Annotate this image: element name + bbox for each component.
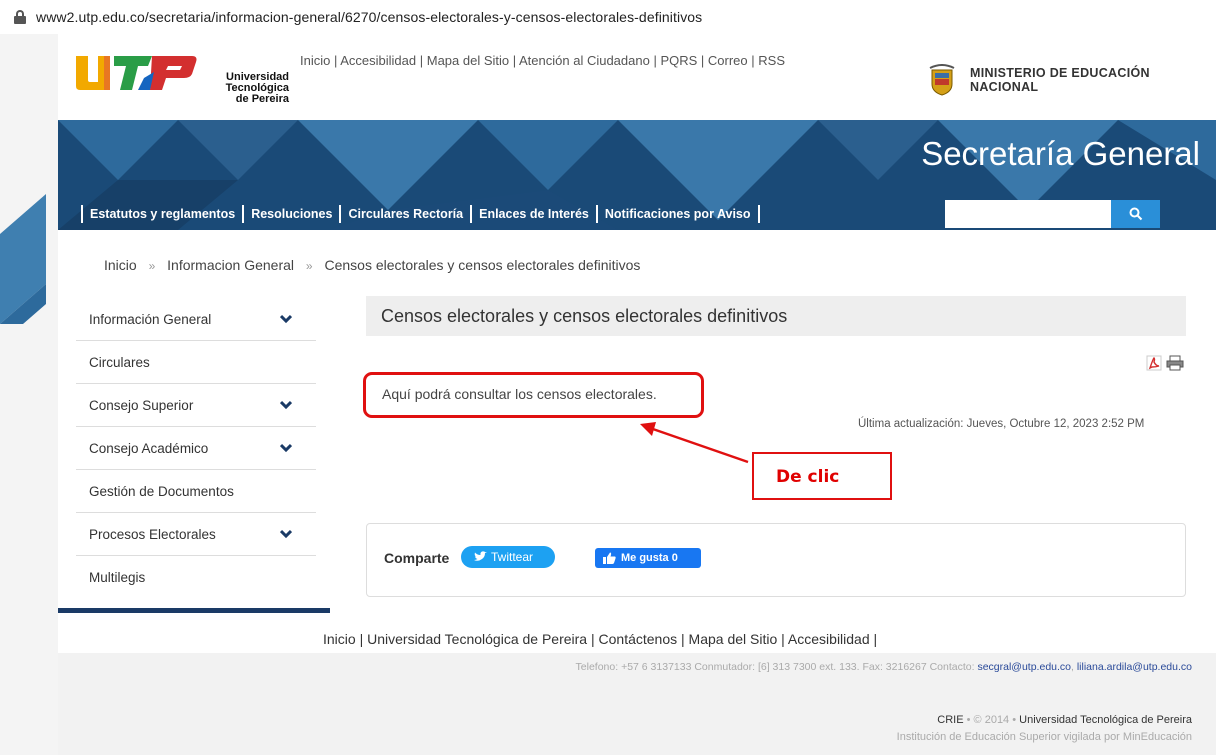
tweet-label: Twittear	[491, 550, 534, 564]
search-icon	[1129, 207, 1142, 221]
banner-title: Secretaría General	[921, 135, 1200, 172]
sidebar-item-multilegis[interactable]: Multilegis	[76, 556, 316, 599]
breadcrumb: Inicio » Informacion General » Censos el…	[104, 257, 640, 273]
nav-item-notificaciones[interactable]: Notificaciones por Aviso	[605, 207, 751, 221]
top-link-accesibilidad[interactable]: Accesibilidad	[340, 53, 416, 68]
contact-email-1[interactable]: secgral@utp.edu.co	[977, 661, 1071, 673]
sidebar-item-label: Multilegis	[89, 570, 146, 585]
top-link-pqrs[interactable]: PQRS	[660, 53, 697, 68]
like-button[interactable]: Me gusta 0	[595, 548, 701, 568]
chevron-down-icon[interactable]	[280, 443, 292, 453]
print-icon[interactable]	[1166, 355, 1184, 371]
crie-label: CRIE	[937, 714, 964, 726]
top-links: Inicio | Accesibilidad | Mapa del Sitio …	[300, 53, 785, 68]
copyright-owner: Universidad Tecnológica de Pereira	[1019, 714, 1192, 726]
top-link-inicio[interactable]: Inicio	[300, 53, 330, 68]
contact-email-2[interactable]: liliana.ardila@utp.edu.co	[1077, 661, 1192, 673]
copyright-year: © 2014	[973, 714, 1010, 726]
page-title: Censos electorales y censos electorales …	[366, 296, 1186, 336]
footer-link-utp[interactable]: Universidad Tecnológica de Pereira	[367, 631, 587, 647]
search-input[interactable]	[945, 200, 1111, 228]
sidebar-item-circulares[interactable]: Circulares	[76, 341, 316, 384]
sidebar-item-label: Circulares	[89, 354, 150, 370]
sidebar-item-consejo-academico[interactable]: Consejo Académico	[76, 427, 316, 470]
nav-item-circulares[interactable]: Circulares Rectoría	[348, 207, 463, 221]
intro-link[interactable]: Aquí podrá consultar los censos electora…	[382, 386, 657, 402]
footer-link-accesibilidad[interactable]: Accesibilidad	[788, 631, 870, 647]
tweet-button[interactable]: Twittear	[461, 546, 555, 568]
sidebar-item-label: Información General	[89, 311, 212, 327]
top-link-atencion[interactable]: Atención al Ciudadano	[519, 53, 650, 68]
top-link-mapa[interactable]: Mapa del Sitio	[427, 53, 509, 68]
decorative-shape	[0, 194, 46, 324]
ministry-name: MINISTERIO DE EDUCACIÓN NACIONAL	[970, 66, 1150, 94]
sidebar-item-gestion-documentos[interactable]: Gestión de Documentos	[76, 470, 316, 513]
sidebar-item-consejo-superior[interactable]: Consejo Superior	[76, 384, 316, 427]
page-left-margin	[0, 34, 58, 755]
contact-info: Telefono: +57 6 3137133 Conmutador: [6] …	[575, 661, 1192, 673]
sidebar-item-label: Gestión de Documentos	[89, 483, 234, 499]
pdf-icon[interactable]	[1146, 355, 1162, 371]
coat-of-arms-icon	[929, 64, 955, 96]
thumbs-up-icon	[603, 552, 616, 564]
footer-link-inicio[interactable]: Inicio	[323, 631, 356, 647]
footer-link-mapa[interactable]: Mapa del Sitio	[689, 631, 778, 647]
breadcrumb-current: Censos electorales y censos electorales …	[324, 257, 641, 273]
sidebar-item-label: Consejo Superior	[89, 397, 194, 413]
sidebar-item-label: Consejo Académico	[89, 440, 209, 456]
search-form	[945, 200, 1160, 228]
utp-logo-mark	[76, 56, 197, 90]
page-tools	[1146, 355, 1184, 371]
nav-item-resoluciones[interactable]: Resoluciones	[251, 207, 332, 221]
twitter-icon	[474, 551, 487, 561]
annotation-arrow-icon	[640, 422, 749, 464]
annotation-label: De clic	[776, 467, 840, 487]
chevron-down-icon[interactable]	[280, 400, 292, 410]
main-nav: Estatutos y reglamentos Resoluciones Cir…	[58, 196, 1216, 232]
sidebar-item-procesos-electorales[interactable]: Procesos Electorales	[76, 513, 316, 556]
share-label: Comparte	[384, 550, 450, 566]
logo-text: Universidad Tecnológica de Pereira	[225, 71, 289, 105]
url-text[interactable]: www2.utp.edu.co/secretaria/informacion-g…	[36, 9, 702, 25]
breadcrumb-section[interactable]: Informacion General	[167, 257, 294, 273]
sidebar-menu: Información General Circulares Consejo S…	[76, 298, 316, 599]
like-label: Me gusta 0	[621, 552, 678, 564]
nav-item-estatutos[interactable]: Estatutos y reglamentos	[90, 207, 235, 221]
footer-link-contactenos[interactable]: Contáctenos	[599, 631, 678, 647]
chevron-down-icon[interactable]	[280, 314, 292, 324]
search-button[interactable]	[1111, 200, 1160, 228]
lock-icon	[14, 10, 26, 24]
nav-item-enlaces[interactable]: Enlaces de Interés	[479, 207, 589, 221]
footer-links: Inicio | Universidad Tecnológica de Pere…	[323, 631, 878, 647]
top-link-correo[interactable]: Correo	[708, 53, 748, 68]
copyright: CRIE • © 2014 • Universidad Tecnológica …	[937, 714, 1192, 726]
sidebar-item-label: Procesos Electorales	[89, 526, 216, 542]
breadcrumb-separator: »	[148, 259, 156, 273]
utp-logo[interactable]: Universidad Tecnológica de Pereira	[74, 52, 289, 112]
chevron-down-icon[interactable]	[280, 529, 292, 539]
ministry-logo[interactable]: MINISTERIO DE EDUCACIÓN NACIONAL	[928, 64, 1150, 96]
address-bar[interactable]: www2.utp.edu.co/secretaria/informacion-g…	[0, 0, 1216, 34]
sidebar-item-informacion-general[interactable]: Información General	[76, 298, 316, 341]
accreditation-note: Institución de Educación Superior vigila…	[896, 731, 1192, 743]
top-link-rss[interactable]: RSS	[758, 53, 785, 68]
last-updated: Última actualización: Jueves, Octubre 12…	[858, 418, 1145, 430]
breadcrumb-separator: »	[305, 259, 313, 273]
contact-text: Telefono: +57 6 3137133 Conmutador: [6] …	[575, 661, 975, 673]
site-header: Universidad Tecnológica de Pereira Inici…	[58, 34, 1216, 120]
sidebar-divider	[58, 608, 330, 613]
breadcrumb-home[interactable]: Inicio	[104, 257, 137, 273]
